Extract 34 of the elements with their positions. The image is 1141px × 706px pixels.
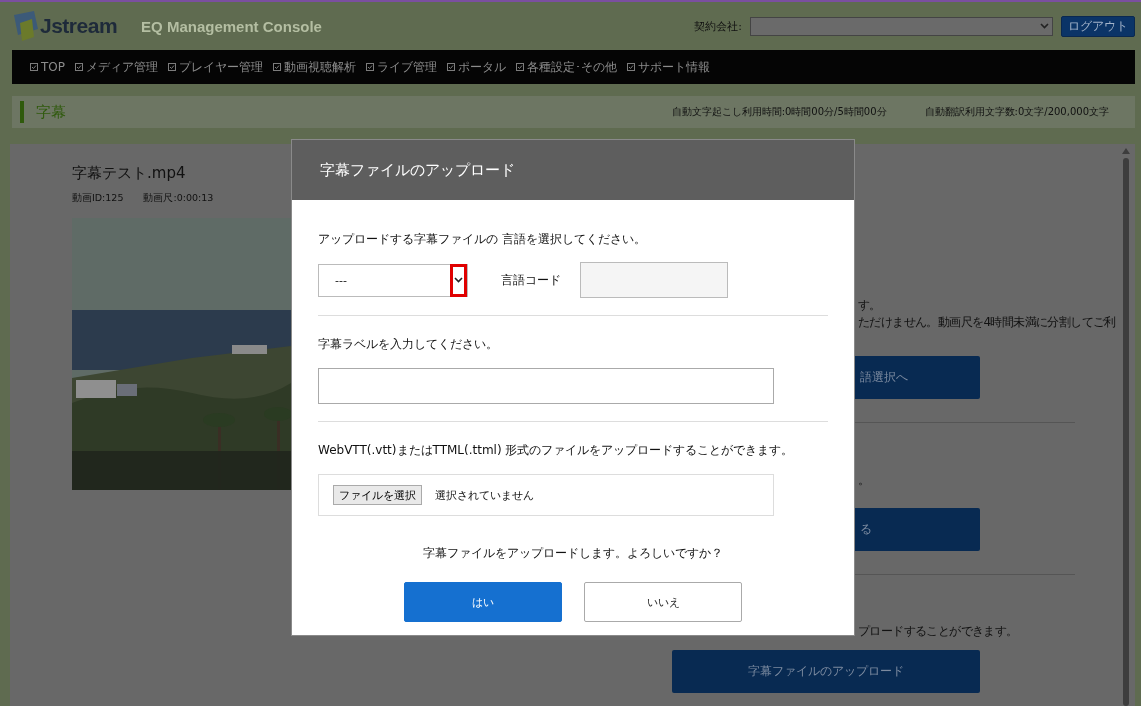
file-status: 選択されていません <box>435 487 534 503</box>
logo-text: Jstream <box>40 14 118 38</box>
action-button[interactable]: 字幕ファイルのアップロード <box>672 650 980 693</box>
language-select[interactable]: --- <box>318 263 468 297</box>
description-text: プロードすることができます。 <box>858 623 1018 640</box>
nav-item[interactable]: ライブ管理 <box>366 58 437 76</box>
file-prompt: WebVTT(.vtt)またはTTML(.ttml) 形式のファイルをアップロードすることができます。 <box>318 442 795 459</box>
company-label: 契約会社: <box>694 18 742 34</box>
page-title: 字幕 <box>36 102 67 122</box>
usage-text: 自動翻訳利用文字数:0文字/200,000文字 <box>924 105 1109 119</box>
choose-file-button[interactable]: ファイルを選択 <box>333 485 422 505</box>
nav-item[interactable]: TOP <box>30 60 65 74</box>
nav-item[interactable]: 動画視聴解析 <box>273 58 356 76</box>
description-text: ただけません。動画尺を4時間未満に分割してご利 <box>858 314 1116 331</box>
label-prompt: 字幕ラベルを入力してください。 <box>318 336 499 353</box>
description-text: 。 <box>858 472 870 489</box>
nav-item[interactable]: プレイヤー管理 <box>168 58 263 76</box>
description-text: す。 <box>858 297 881 314</box>
video-duration: 動画尺:0:00:13 <box>143 192 214 205</box>
dialog-title: 字幕ファイルのアップロード <box>320 160 515 180</box>
nav-item[interactable]: メディア管理 <box>75 58 158 76</box>
confirm-text: 字幕ファイルをアップロードします。よろしいですか？ <box>422 545 724 562</box>
nav-item[interactable]: ポータル <box>447 58 506 76</box>
no-button[interactable]: いいえ <box>584 582 742 622</box>
console-title: EQ Management Console <box>141 17 322 35</box>
yes-button[interactable]: はい <box>404 582 562 622</box>
language-prompt: アップロードする字幕ファイルの 言語を選択してください。 <box>318 231 647 248</box>
logout-button[interactable]: ログアウト <box>1061 15 1135 37</box>
language-code-label: 言語コード <box>501 271 561 289</box>
nav-item[interactable]: 各種設定･その他 <box>516 58 617 76</box>
nav-item[interactable]: サポート情報 <box>627 58 710 76</box>
video-id: 動画ID:125 <box>72 192 124 205</box>
video-title: 字幕テスト.mp4 <box>72 164 187 183</box>
usage-text: 自動文字起こし利用時間:0時間00分/5時間00分 <box>671 105 887 119</box>
